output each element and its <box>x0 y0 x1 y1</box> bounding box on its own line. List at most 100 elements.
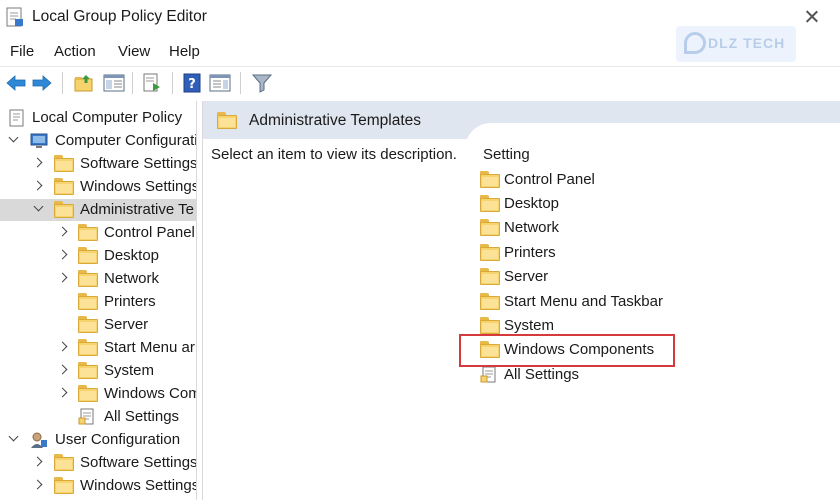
list-item-start-menu-and-taskbar[interactable]: Start Menu and Taskbar <box>480 291 780 313</box>
menu-help[interactable]: Help <box>169 43 200 60</box>
list-item-network[interactable]: Network <box>480 217 780 239</box>
tree-item-system[interactable]: System <box>0 360 196 382</box>
tree-root[interactable]: Local Computer Policy <box>0 107 196 129</box>
chevron-right-icon[interactable] <box>58 227 68 237</box>
tree-label: Desktop <box>104 247 160 264</box>
tree-item-server[interactable]: Server <box>0 314 196 336</box>
folder-icon <box>78 224 98 241</box>
chevron-right-icon[interactable] <box>58 273 68 283</box>
folder-icon <box>480 195 500 212</box>
tree-label: Software Settings <box>80 155 197 172</box>
tree-label: Computer Configurati <box>55 132 197 149</box>
toolbar-separator <box>172 72 173 94</box>
list-item-desktop[interactable]: Desktop <box>480 193 780 215</box>
up-folder-icon[interactable] <box>72 71 96 95</box>
folder-icon <box>480 244 500 261</box>
list-item-label: Printers <box>504 244 556 261</box>
toolbar-separator <box>240 72 241 94</box>
folder-icon <box>78 385 98 402</box>
tree-item-windows-components[interactable]: Windows Com <box>0 383 197 405</box>
folder-icon <box>78 247 98 264</box>
user-icon <box>31 432 47 448</box>
watermark-logo: DLZ TECH <box>676 26 796 62</box>
column-header-setting[interactable]: Setting <box>483 146 530 163</box>
chevron-right-icon[interactable] <box>58 250 68 260</box>
properties-pane-icon[interactable] <box>208 71 232 95</box>
folder-icon <box>480 219 500 236</box>
chevron-right-icon[interactable] <box>33 181 43 191</box>
forward-arrow-icon[interactable] <box>30 71 54 95</box>
help-icon[interactable]: ? <box>180 71 204 95</box>
tree-item-computer-configuration[interactable]: Computer Configurati <box>0 130 197 152</box>
folder-icon <box>480 317 500 334</box>
tree-label: Start Menu ar <box>104 339 195 356</box>
chevron-right-icon[interactable] <box>33 480 43 490</box>
details-pane: Administrative Templates Select an item … <box>203 101 840 500</box>
chevron-right-icon[interactable] <box>58 365 68 375</box>
list-item-label: Desktop <box>504 195 560 212</box>
tree-label: Windows Settings <box>80 178 197 195</box>
tree-item-uc-windows-settings[interactable]: Windows Settings <box>0 475 196 497</box>
tree-label: Server <box>104 316 149 333</box>
export-list-icon[interactable] <box>140 71 164 95</box>
tree-item-start-menu[interactable]: Start Menu ar <box>0 337 196 359</box>
list-item-control-panel[interactable]: Control Panel <box>480 169 780 191</box>
chevron-right-icon[interactable] <box>33 158 43 168</box>
tree-label: System <box>104 362 155 379</box>
chevron-down-icon[interactable] <box>8 135 18 145</box>
tree-pane: Local Computer Policy Computer Configura… <box>0 101 197 500</box>
close-icon[interactable] <box>806 10 818 22</box>
tree-item-user-configuration[interactable]: User Configuration <box>0 429 196 451</box>
tree-item-network[interactable]: Network <box>0 268 196 290</box>
tree-item-desktop[interactable]: Desktop <box>0 245 196 267</box>
chevron-right-icon[interactable] <box>58 342 68 352</box>
tree-label: Software Settings <box>80 454 197 471</box>
list-item-label: Start Menu and Taskbar <box>504 293 663 310</box>
folder-icon <box>480 268 500 285</box>
tree-label: Windows Com <box>104 385 197 402</box>
tree-label: Local Computer Policy <box>32 109 183 126</box>
tree-item-all-settings[interactable]: All Settings <box>0 406 196 428</box>
list-item-printers[interactable]: Printers <box>480 242 780 264</box>
tree-label: Administrative Te <box>80 201 194 218</box>
tree-item-cc-windows-settings[interactable]: Windows Settings <box>0 176 197 198</box>
folder-icon <box>78 339 98 356</box>
tree-item-printers[interactable]: Printers <box>0 291 196 313</box>
list-item-server[interactable]: Server <box>480 266 780 288</box>
tree-label: Printers <box>104 293 156 310</box>
chevron-down-icon[interactable] <box>33 204 43 214</box>
tree-label: All Settings <box>104 408 180 425</box>
show-hide-tree-icon[interactable] <box>102 71 126 95</box>
folder-icon <box>480 171 500 188</box>
folder-icon <box>54 454 74 471</box>
folder-icon <box>54 155 74 172</box>
toolbar-separator <box>132 72 133 94</box>
list-item-label: Network <box>504 219 560 236</box>
menu-action[interactable]: Action <box>54 43 96 60</box>
list-item-all-settings[interactable]: All Settings <box>480 364 780 386</box>
chevron-right-icon[interactable] <box>33 457 43 467</box>
folder-icon <box>54 178 74 195</box>
tree-item-control-panel[interactable]: Control Panel <box>0 222 196 244</box>
chevron-down-icon[interactable] <box>8 434 18 444</box>
folder-icon <box>217 112 237 129</box>
tree-item-administrative-templates[interactable]: Administrative Te <box>0 199 196 221</box>
folder-icon <box>78 316 98 333</box>
tree-label: Network <box>104 270 160 287</box>
menu-file[interactable]: File <box>10 43 34 60</box>
filter-icon[interactable] <box>250 71 274 95</box>
back-arrow-icon[interactable] <box>4 71 28 95</box>
description-text: Select an item to view its description. <box>211 146 457 163</box>
tree-item-uc-software-settings[interactable]: Software Settings <box>0 452 197 474</box>
folder-icon <box>78 270 98 287</box>
all-settings-icon <box>78 408 94 425</box>
tree-item-cc-software-settings[interactable]: Software Settings <box>0 153 197 175</box>
window-title: Local Group Policy Editor <box>32 8 207 25</box>
details-title: Administrative Templates <box>249 112 422 129</box>
list-item-label: Control Panel <box>504 171 595 188</box>
toolbar: ? <box>0 66 840 98</box>
list-item-label: System <box>504 317 555 334</box>
list-item-label: All Settings <box>504 366 580 383</box>
chevron-right-icon[interactable] <box>58 388 68 398</box>
menu-view[interactable]: View <box>118 43 150 60</box>
